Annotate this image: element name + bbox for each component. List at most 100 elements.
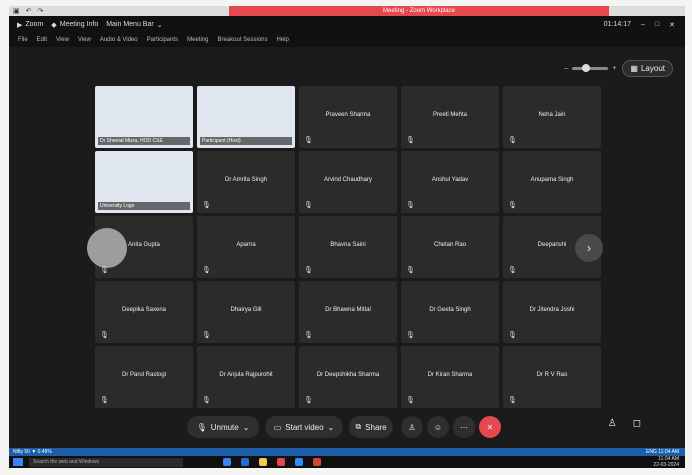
mic-muted-icon: 🎙︎ <box>508 267 517 274</box>
main-menu-label: Main Menu Bar <box>106 21 154 28</box>
participant-tile[interactable]: Arvind Chaudhary 🎙︎ <box>299 151 397 213</box>
participant-tile[interactable]: Anshul Yadav 🎙︎ <box>401 151 499 213</box>
meeting-info-button[interactable]: ◆ Meeting Info <box>51 21 98 29</box>
participant-tile[interactable]: Dr Parul Rastogi 🎙︎ <box>95 346 193 408</box>
main-menu-button[interactable]: Main Menu Bar ⌄ <box>106 21 162 29</box>
participant-tile[interactable]: Praveen Sharma 🎙︎ <box>299 86 397 148</box>
participant-name: Dr Jitendra Joshi <box>529 307 575 313</box>
menu-breakout[interactable]: Breakout Sessions <box>217 37 267 43</box>
notification-icon[interactable]: ◻ <box>633 418 641 429</box>
next-page-button[interactable]: › <box>575 234 603 262</box>
participant-tile[interactable]: Chetan Rao 🎙︎ <box>401 216 499 278</box>
participant-tile[interactable]: Dr Amrita Singh 🎙︎ <box>197 151 295 213</box>
maximize-button[interactable]: □ <box>655 21 659 29</box>
participant-tile[interactable]: Bhavna Saini 🎙︎ <box>299 216 397 278</box>
participant-tile[interactable]: Dr Sheetal Misra, HOD CSE <box>95 86 193 148</box>
app-menubar: File Edit View View Audio & Video Partic… <box>9 33 685 47</box>
menu-audio-video[interactable]: Audio & Video <box>100 37 138 43</box>
participant-name: Praveen Sharma <box>325 112 371 118</box>
participant-tile[interactable]: Dr Geeta Singh 🎙︎ <box>401 281 499 343</box>
participant-tile[interactable]: University Logo <box>95 151 193 213</box>
participant-tile[interactable]: Dr Bhawna Mittal 🎙︎ <box>299 281 397 343</box>
participant-tile[interactable]: Deepika Saxena 🎙︎ <box>95 281 193 343</box>
save-icon[interactable]: ▣ <box>13 7 20 15</box>
participant-tile[interactable]: Dr Anjula Rajpurohit 🎙︎ <box>197 346 295 408</box>
chrome-icon[interactable] <box>277 458 285 466</box>
mic-muted-icon: 🎙︎ <box>304 332 313 339</box>
mic-muted-icon: 🎙︎ <box>508 397 517 404</box>
undo-icon[interactable]: ↶ <box>26 7 32 15</box>
people-icon: ♙ <box>408 422 416 432</box>
task-view-icon[interactable] <box>223 458 231 466</box>
start-video-button[interactable]: ▭ Start video ⌄ <box>265 416 343 438</box>
participant-tile[interactable]: Neha Jain 🎙︎ <box>503 86 601 148</box>
mic-muted-icon: 🎙︎ <box>304 397 313 404</box>
menu-meeting[interactable]: Meeting <box>187 37 208 43</box>
participant-name: Aparna <box>236 242 256 248</box>
os-status-strip: Nifty 50 ▼ 0.46% ENG 11:04 AM <box>9 448 685 456</box>
mic-muted-icon: 🎙︎ <box>100 267 109 274</box>
menu-file[interactable]: File <box>18 37 28 43</box>
menu-help[interactable]: Help <box>277 37 289 43</box>
end-meeting-button[interactable]: ✕ <box>479 416 501 438</box>
zoom-slider[interactable] <box>572 64 609 72</box>
mic-muted-icon: 🎙︎ <box>202 332 211 339</box>
redo-icon[interactable]: ↷ <box>38 7 44 15</box>
menu-view-2[interactable]: View <box>78 37 91 43</box>
share-button[interactable]: ⧉ Share <box>349 416 393 438</box>
mic-muted-icon: 🎙︎ <box>196 422 207 432</box>
participant-tile[interactable]: Dr R V Rao 🎙︎ <box>503 346 601 408</box>
mic-muted-icon: 🎙︎ <box>304 202 313 209</box>
participants-button[interactable]: ♙ <box>401 416 423 438</box>
unmute-button[interactable]: 🎙︎ Unmute ⌄ <box>187 416 259 438</box>
menu-edit[interactable]: Edit <box>37 37 47 43</box>
mic-muted-icon: 🎙︎ <box>406 397 415 404</box>
mic-muted-icon: 🎙︎ <box>100 332 109 339</box>
gallery-zoom-control[interactable]: – + <box>564 64 616 72</box>
windows-start-icon[interactable] <box>13 458 23 466</box>
participant-name: Anupama Singh <box>530 177 574 183</box>
participant-name: Dr R V Rao <box>536 372 568 378</box>
screen: ▣ ↶ ↷ Meeting - Zoom Workplace ▶ Zoom ◆ … <box>9 6 685 468</box>
file-explorer-icon[interactable] <box>259 458 267 466</box>
zoom-slider-knob[interactable] <box>582 64 591 72</box>
meeting-toolbar: 🎙︎ Unmute ⌄ ▭ Start video ⌄ ⧉ Share ♙ ☺ … <box>9 408 685 448</box>
taskbar-clock[interactable]: 11:04 AM 22-03-2024 <box>653 456 679 468</box>
start-video-label: Start video <box>285 422 324 432</box>
mic-muted-icon: 🎙︎ <box>202 267 211 274</box>
chevron-down-icon[interactable]: ⌄ <box>243 423 250 432</box>
participant-name: Participant (Host) <box>200 137 292 145</box>
more-button[interactable]: ⋯ <box>453 416 475 438</box>
layout-button[interactable]: ▦ Layout <box>622 60 673 77</box>
zoom-app-menu[interactable]: ▶ Zoom <box>17 21 43 29</box>
smile-icon: ☺ <box>433 422 443 432</box>
view-controls: – + ▦ Layout <box>564 60 673 77</box>
participant-name: Dr Kiran Sharma <box>427 372 473 378</box>
participant-tile[interactable]: Preeti Mehta 🎙︎ <box>401 86 499 148</box>
participant-tile[interactable]: Participant (Host) <box>197 86 295 148</box>
participant-tile[interactable]: Anupama Singh 🎙︎ <box>503 151 601 213</box>
menu-view[interactable]: View <box>56 37 69 43</box>
participant-tile[interactable]: Dr Jitendra Joshi 🎙︎ <box>503 281 601 343</box>
user-icon[interactable]: ♙ <box>608 418 617 429</box>
chevron-down-icon: ⌄ <box>156 21 163 29</box>
chevron-down-icon[interactable]: ⌄ <box>328 423 335 432</box>
mic-muted-icon: 🎙︎ <box>100 397 109 404</box>
participant-tile[interactable]: Dhairya Gill 🎙︎ <box>197 281 295 343</box>
mail-icon[interactable] <box>313 458 321 466</box>
close-button[interactable]: ✕ <box>669 21 675 29</box>
edge-icon[interactable] <box>241 458 249 466</box>
menu-participants[interactable]: Participants <box>147 37 178 43</box>
participant-tile[interactable]: Aparna 🎙︎ <box>197 216 295 278</box>
minimize-button[interactable]: – <box>641 21 645 29</box>
zoom-out-icon[interactable]: – <box>564 65 568 72</box>
layout-label: Layout <box>640 64 665 73</box>
zoom-in-icon[interactable]: + <box>612 65 616 72</box>
taskbar-search-input[interactable]: Search the web and Windows <box>29 457 183 467</box>
reactions-button[interactable]: ☺ <box>427 416 449 438</box>
participant-tile[interactable]: Anita Gupta 🎙︎ <box>87 216 193 278</box>
zoom-icon[interactable] <box>295 458 303 466</box>
participant-tile[interactable]: Dr Kiran Sharma 🎙︎ <box>401 346 499 408</box>
more-icon: ⋯ <box>460 422 468 432</box>
participant-tile[interactable]: Dr Deepshikha Sharma 🎙︎ <box>299 346 397 408</box>
